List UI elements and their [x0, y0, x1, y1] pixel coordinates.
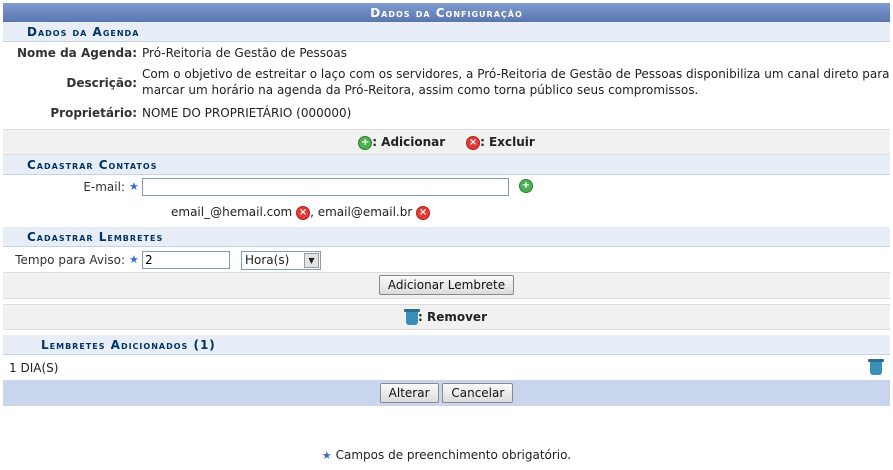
- agenda-desc-label: Descrição:: [66, 76, 137, 90]
- section-added-title: Lembretes Adicionados (1): [3, 335, 890, 355]
- email-separator: ,: [310, 205, 318, 219]
- email-input[interactable]: [142, 178, 509, 196]
- added-item: 1 DIA(S): [9, 361, 59, 375]
- required-fields-note: ★ Campos de preenchimento obrigatório.: [0, 448, 893, 462]
- required-note-text: Campos de preenchimento obrigatório.: [335, 448, 572, 462]
- remove-email-icon[interactable]: ×: [296, 205, 311, 220]
- remove-email-icon[interactable]: ×: [416, 205, 431, 220]
- agenda-info: Nome da Agenda: Pró-Reitoria de Gestão d…: [3, 42, 890, 141]
- trash-icon: [404, 308, 420, 325]
- add-email-icon[interactable]: +: [519, 179, 533, 193]
- legend-remove-label: : Remover: [418, 310, 487, 324]
- unit-select-value: Hora(s): [245, 253, 290, 267]
- agenda-owner-value: NOME DO PROPRIETÁRIO (000000): [142, 106, 352, 120]
- tempo-input[interactable]: [142, 251, 230, 269]
- reminder-actions: Adicionar Lembrete: [3, 272, 890, 299]
- add-reminder-button[interactable]: Adicionar Lembrete: [378, 275, 515, 295]
- section-agenda-title: Dados da Agenda: [3, 22, 890, 42]
- agenda-name-label: Nome da Agenda:: [16, 46, 137, 60]
- agenda-desc-line1: Com o objetivo de estreitar o laço com o…: [142, 67, 890, 81]
- contacts-form: E-mail: ★ + email_@hemail.com ×, email@e…: [3, 175, 890, 227]
- legend-remove: : Remover: [3, 304, 890, 330]
- cancelar-button[interactable]: Cancelar: [442, 383, 514, 403]
- chevron-down-icon[interactable]: ▼: [304, 253, 319, 268]
- remove-reminder-trash-icon[interactable]: [868, 359, 884, 375]
- email-label: E-mail:: [83, 180, 125, 194]
- email-item: email@email.br: [317, 205, 413, 219]
- panel-caption: Dados da Configuração: [3, 3, 890, 22]
- section-contacts-title: Cadastrar Contatos: [3, 155, 890, 175]
- email-item: email_@hemail.com: [171, 205, 293, 219]
- section-reminders-title: Cadastrar Lembretes: [3, 227, 890, 247]
- tempo-label: Tempo para Aviso:: [15, 253, 125, 267]
- required-star-icon: ★: [321, 449, 332, 462]
- email-list: email_@hemail.com ×, email@email.br ×: [171, 205, 431, 220]
- unit-select[interactable]: Hora(s) ▼: [241, 251, 321, 270]
- required-star-icon: ★: [129, 253, 139, 266]
- required-star-icon: ★: [129, 180, 139, 193]
- agenda-desc-line2: marcar um horário na agenda da Pró-Reito…: [142, 83, 699, 97]
- agenda-owner-label: Proprietário:: [50, 106, 137, 120]
- reminder-form: Tempo para Aviso: ★ Hora(s) ▼: [3, 247, 890, 272]
- form-actions: Alterar Cancelar: [3, 380, 890, 406]
- alterar-button[interactable]: Alterar: [379, 383, 439, 403]
- added-list: 1 DIA(S): [3, 355, 890, 380]
- agenda-name-value: Pró-Reitoria de Gestão de Pessoas: [142, 46, 348, 60]
- configuration-panel: Dados da Configuração Dados da Agenda No…: [3, 3, 890, 406]
